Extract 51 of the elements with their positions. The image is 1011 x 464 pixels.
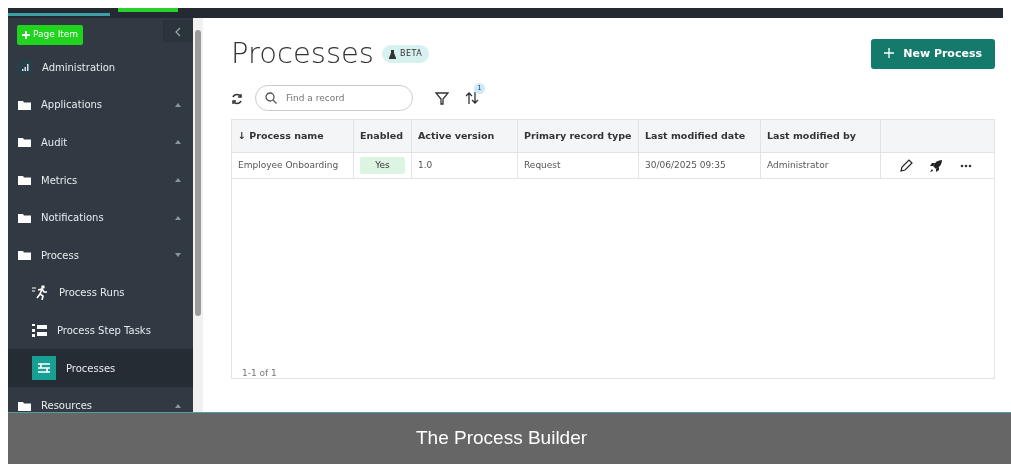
plus-icon — [884, 47, 895, 58]
sidebar-item[interactable]: Notifications — [8, 198, 193, 237]
running-figure-icon — [32, 285, 49, 301]
new-process-button[interactable]: New Process — [871, 38, 995, 70]
sidebar-item[interactable]: Process — [8, 236, 193, 275]
caret-up-icon — [175, 140, 181, 145]
sidebar-item[interactable]: Metrics — [8, 161, 193, 199]
folder-icon — [18, 175, 31, 186]
chevron-left-icon — [175, 26, 181, 37]
more-icon[interactable] — [959, 163, 972, 168]
list-icon — [32, 323, 47, 337]
caret-up-icon — [175, 403, 181, 408]
table-cell-text: 30/06/2025 09:35 — [645, 158, 726, 172]
search-icon — [265, 92, 277, 104]
column-header[interactable]: Last modified date — [639, 120, 761, 152]
column-header[interactable]: Primary record type — [518, 120, 639, 152]
caption-text: The Process Builder — [416, 426, 588, 451]
rocket-icon[interactable] — [929, 158, 944, 173]
sidebar-item[interactable]: Process Runs — [8, 274, 193, 312]
pencil-icon[interactable] — [899, 158, 914, 173]
folder-icon — [18, 99, 31, 110]
caret-up-icon — [175, 102, 181, 107]
column-header[interactable]: Active version — [412, 120, 518, 152]
column-header[interactable]: Enabled — [354, 120, 412, 152]
sidebar-item[interactable]: Processes — [8, 349, 193, 387]
table-cell-text: Administrator — [767, 158, 829, 172]
enabled-badge: Yes — [360, 156, 405, 175]
page-title: Processes — [231, 35, 374, 73]
caret-down-icon — [175, 253, 181, 258]
caret-up-icon — [175, 178, 181, 183]
sidebar-item[interactable]: Process Step Tasks — [8, 311, 193, 350]
table-cell-text: 1.0 — [418, 158, 433, 172]
sidebar-item[interactable]: Resources — [8, 386, 193, 412]
folder-icon — [18, 137, 31, 148]
sidebar-item[interactable]: Applications — [8, 86, 193, 124]
plus-icon — [22, 30, 30, 39]
table-cell-text: Employee Onboarding — [238, 158, 339, 172]
sidebar-item[interactable]: Audit — [8, 123, 193, 162]
folder-icon — [18, 250, 31, 261]
flow-icon — [32, 356, 56, 381]
column-header[interactable]: Last modified by — [761, 120, 881, 152]
search-field[interactable]: Find a record — [255, 85, 413, 111]
caret-up-icon — [175, 215, 181, 220]
sidebar-item[interactable]: Administration — [8, 48, 193, 87]
table-cell-text: Request — [524, 158, 561, 172]
sort-icon[interactable] — [465, 91, 479, 105]
beta-badge: BETA — [381, 45, 430, 63]
column-header[interactable]: ↓ Process name — [232, 120, 354, 152]
pagination-text: 1-1 of 1 — [242, 366, 277, 380]
folder-icon — [18, 212, 31, 223]
bar-chart-icon — [18, 60, 32, 75]
